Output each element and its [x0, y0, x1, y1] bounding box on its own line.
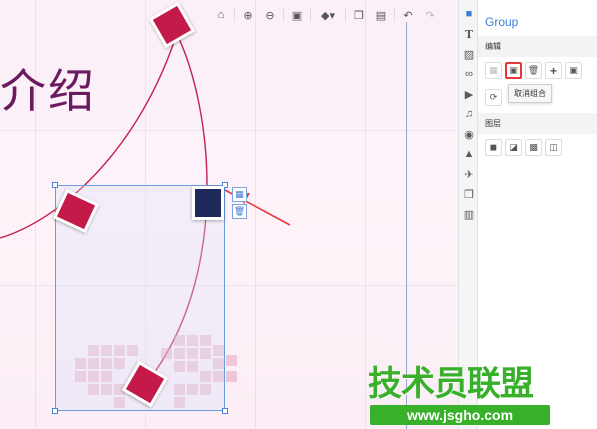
- add-button[interactable]: +: [545, 62, 562, 79]
- divider: [394, 8, 395, 22]
- zoom-out-icon[interactable]: ⊖: [259, 5, 281, 25]
- plane-icon[interactable]: ✈: [459, 164, 479, 184]
- compass-icon[interactable]: ◉: [459, 124, 479, 144]
- layers-icon[interactable]: ❒: [459, 184, 479, 204]
- ungroup-tooltip: 取消组合: [508, 84, 552, 103]
- undo-icon[interactable]: ↶: [397, 5, 419, 25]
- group-icon[interactable]: ■: [459, 4, 479, 24]
- send-backward-button[interactable]: ▩: [525, 139, 542, 156]
- watermark-url: www.jsgho.com: [370, 405, 550, 425]
- redo-icon[interactable]: ↷: [419, 5, 441, 25]
- layout-icon[interactable]: ▥: [459, 204, 479, 224]
- ungroup-quick-button[interactable]: ▦: [232, 187, 247, 202]
- copy-icon[interactable]: ❐: [348, 5, 370, 25]
- text-icon[interactable]: T: [459, 24, 479, 44]
- resize-handle[interactable]: [52, 182, 58, 188]
- watermark-logo-text: 技术员联盟: [368, 364, 534, 404]
- edit-section-label: 编辑: [478, 36, 597, 57]
- divider: [310, 8, 311, 22]
- resize-handle[interactable]: [222, 408, 228, 414]
- lock-button[interactable]: ▣: [565, 62, 582, 79]
- rotate-button[interactable]: ⟳: [485, 89, 502, 106]
- divider: [283, 8, 284, 22]
- home-icon[interactable]: ⌂: [210, 5, 232, 25]
- edit-button-row: ▦ ▣ 🗑 + ▣: [478, 57, 597, 84]
- resize-handle[interactable]: [52, 408, 58, 414]
- bring-forward-button[interactable]: ◪: [505, 139, 522, 156]
- zoom-in-icon[interactable]: ⊕: [237, 5, 259, 25]
- ungroup-button[interactable]: ▣: [505, 62, 522, 79]
- divider: [345, 8, 346, 22]
- group-button[interactable]: ▦: [485, 62, 502, 79]
- image-icon[interactable]: ▨: [459, 44, 479, 64]
- delete-button[interactable]: 🗑: [525, 62, 542, 79]
- layer-section-label: 图层: [478, 113, 597, 134]
- slide-title[interactable]: 介绍: [0, 55, 96, 121]
- panel-title: Group: [485, 15, 519, 29]
- graduation-icon[interactable]: ▲: [459, 144, 479, 164]
- delete-quick-button[interactable]: 🗑: [232, 204, 247, 219]
- layer-button-row: ◼ ◪ ▩ ◫: [478, 134, 597, 161]
- send-back-button[interactable]: ◫: [545, 139, 562, 156]
- photo-card[interactable]: [192, 186, 224, 220]
- lock-icon[interactable]: ▣: [286, 5, 308, 25]
- fill-icon[interactable]: ◆▾: [313, 5, 343, 25]
- link-icon[interactable]: ∞: [459, 64, 479, 84]
- divider: [234, 8, 235, 22]
- bring-front-button[interactable]: ◼: [485, 139, 502, 156]
- paste-icon[interactable]: ▤: [370, 5, 392, 25]
- video-icon[interactable]: ▶: [459, 84, 479, 104]
- music-icon[interactable]: ♫: [459, 104, 479, 124]
- top-toolbar: ⌂ ⊕ ⊖ ▣ ◆▾ ❐ ▤ ↶ ↷: [210, 4, 458, 26]
